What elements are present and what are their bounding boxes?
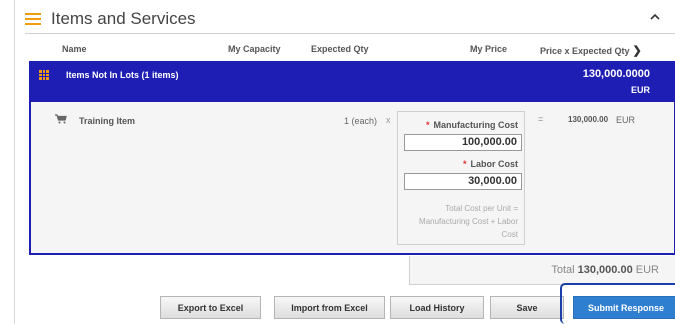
column-header-price-x-expected-qty-label: Price x Expected Qty xyxy=(540,45,630,56)
cost-formula-text: Total Cost per Unit = Manufacturing Cost… xyxy=(419,204,518,239)
section-title: Items and Services xyxy=(51,9,196,28)
lot-body: Training Item 1 (each) x * Manufacturing … xyxy=(29,102,675,255)
total-currency: EUR xyxy=(635,264,659,276)
items-and-services-panel: Items and Services Name My Capacity Expe… xyxy=(14,0,675,324)
item-equals-sign: = xyxy=(538,114,544,124)
grand-total: Total 130,000.00 EUR xyxy=(409,256,675,285)
column-header-expected-qty[interactable]: Expected Qty xyxy=(311,44,369,54)
item-expected-qty: 1 (each) xyxy=(344,116,378,126)
lot-title: Items Not In Lots (1 items) xyxy=(66,70,179,80)
lot-amount: 130,000.0000 xyxy=(582,68,650,80)
total-amount: 130,000.00 xyxy=(577,264,633,276)
item-currency: EUR xyxy=(616,115,636,125)
manufacturing-cost-label: * Manufacturing Cost xyxy=(426,120,518,130)
save-button[interactable]: Save xyxy=(490,296,564,319)
column-header-name[interactable]: Name xyxy=(62,44,87,54)
required-marker: * xyxy=(425,120,430,130)
column-header-my-price[interactable]: My Price xyxy=(470,44,507,54)
labor-cost-input[interactable]: 30,000.00 xyxy=(404,173,522,190)
chevron-right-icon[interactable]: ❯ xyxy=(633,44,642,57)
labor-cost-label-text: Labor Cost xyxy=(470,159,518,169)
list-icon xyxy=(25,13,41,25)
column-header-my-capacity[interactable]: My Capacity xyxy=(228,44,281,54)
submit-response-button[interactable]: Submit Response xyxy=(573,296,675,319)
import-from-excel-button[interactable]: Import from Excel xyxy=(274,296,385,319)
manufacturing-cost-input[interactable]: 100,000.00 xyxy=(404,134,522,151)
export-to-excel-button[interactable]: Export to Excel xyxy=(160,296,261,319)
cart-icon xyxy=(55,114,67,124)
lot-header-row[interactable]: Items Not In Lots (1 items) 130,000.0000… xyxy=(29,61,675,102)
item-extended-price: 130,000.00 xyxy=(568,115,609,124)
cost-breakdown-box: * Manufacturing Cost 100,000.00 * Labor Co… xyxy=(397,111,525,245)
chevron-up-icon[interactable] xyxy=(648,10,662,24)
item-multiply-sign: x xyxy=(386,115,391,125)
item-name[interactable]: Training Item xyxy=(79,116,135,126)
header-divider xyxy=(25,33,675,34)
lot-currency: EUR xyxy=(630,85,650,95)
labor-cost-label: * Labor Cost xyxy=(463,159,518,169)
required-marker: * xyxy=(462,159,467,169)
grid-icon xyxy=(39,70,49,80)
total-label: Total xyxy=(551,264,575,276)
column-header-price-x-expected-qty[interactable]: Price x Expected Qty ❯ xyxy=(540,44,642,57)
manufacturing-cost-label-text: Manufacturing Cost xyxy=(433,120,519,130)
section-header: Items and Services xyxy=(25,9,196,29)
load-history-button[interactable]: Load History xyxy=(390,296,484,319)
